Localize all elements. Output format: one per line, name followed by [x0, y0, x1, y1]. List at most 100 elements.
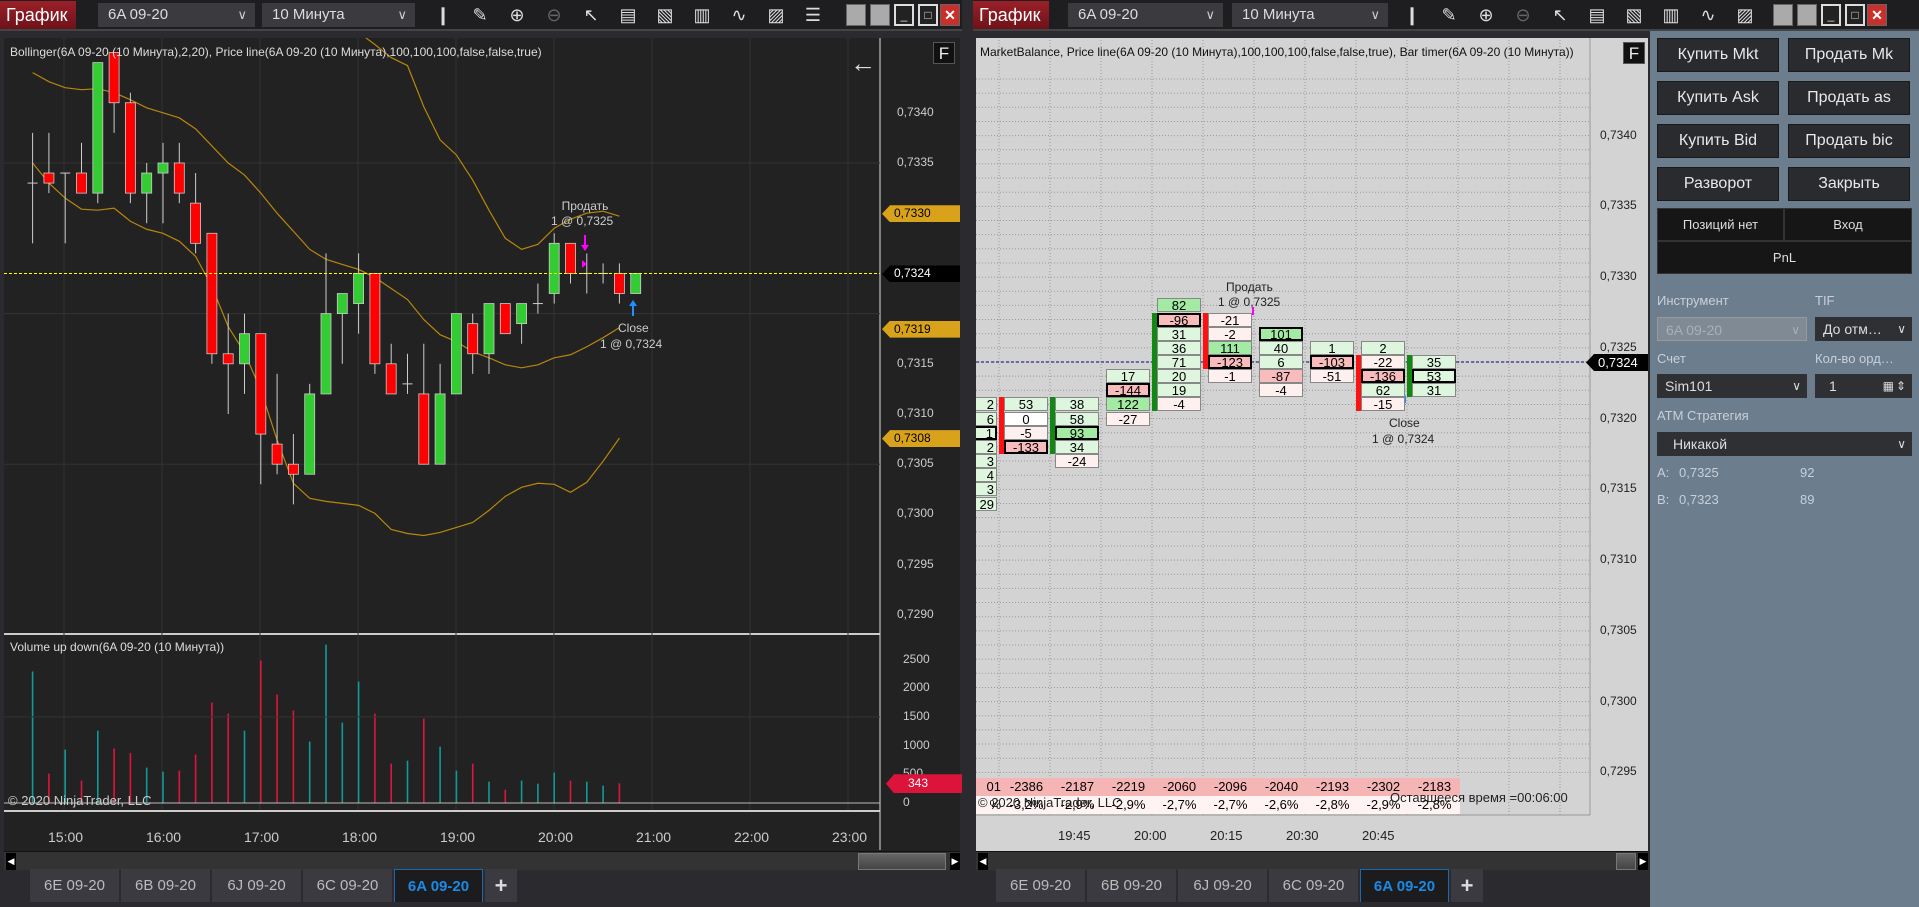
percent-cell: -2,7% [1154, 796, 1205, 814]
tab-6e[interactable]: 6E 09-20 [996, 869, 1085, 902]
продать-mk-button[interactable]: Продать Mk [1788, 38, 1910, 72]
footprint-cell: -133 [1004, 439, 1048, 454]
calculator-icon[interactable]: ▦ [1883, 374, 1894, 398]
footprint-cell: 82 [1157, 298, 1201, 313]
percent-cell: -2,8% [1307, 796, 1358, 814]
account-label: Счет [1657, 351, 1686, 366]
time-axis-label: 20:15 [1210, 828, 1243, 843]
sell-marker-detail: 1 @ 0,7325 [1218, 295, 1281, 309]
tile-right-button[interactable] [1797, 4, 1817, 26]
price-axis-label: 0,7325 [1600, 339, 1637, 354]
delta-cell: -2060 [1154, 778, 1205, 796]
price-axis-label: 0,7320 [1600, 410, 1637, 425]
footprint-cell: 101 [1259, 326, 1303, 341]
footprint-cell: 1 [976, 425, 997, 440]
time-axis-label: 20:00 [1134, 828, 1167, 843]
price-axis-label: 0,7330 [1600, 269, 1637, 284]
купить-bid-button[interactable]: Купить Bid [1657, 124, 1779, 158]
footprint-cell: -5 [1004, 425, 1048, 440]
price-tag: 0,7324 [1586, 354, 1648, 371]
footprint-cell: -21 [1208, 312, 1252, 327]
bid-size: 89 [1800, 492, 1815, 507]
footprint-cell: 93 [1055, 425, 1099, 440]
footprint-cell: 1 [1310, 340, 1354, 355]
bar-timer-label: Оставшееся время =00:06:00 [1390, 790, 1568, 805]
quantity-stepper[interactable]: 1 ▦ ⇕ [1815, 374, 1912, 398]
footprint-cell: -4 [1259, 383, 1303, 398]
scroll-right-icon[interactable]: ▶ [1638, 853, 1648, 870]
footprint-cell: -24 [1055, 454, 1099, 469]
footprint-cell: 35 [1412, 355, 1456, 369]
close-marker-detail: 1 @ 0,7324 [1372, 432, 1435, 446]
tile-left-button[interactable] [1773, 4, 1793, 26]
position-status: Позиций нет [1657, 208, 1784, 241]
footprint-cell: 3 [976, 454, 997, 469]
footprint-cell: 111 [1208, 340, 1252, 355]
продать-bic-button[interactable]: Продать bic [1788, 124, 1910, 158]
minimize-button[interactable]: _ [1821, 4, 1841, 26]
instrument-select[interactable]: 6A 09-20 ∨ [1657, 317, 1807, 341]
tab-6c[interactable]: 6C 09-20 [1269, 869, 1358, 902]
footprint-cell: 2 [976, 397, 997, 412]
ask-size: 92 [1800, 465, 1815, 480]
footprint-cell: 0 [1004, 411, 1048, 426]
delta-cell: -2040 [1256, 778, 1307, 796]
strategy-icon[interactable]: ∿ [1695, 3, 1721, 27]
tif-label: TIF [1815, 293, 1835, 308]
chevron-down-icon: ∨ [1897, 322, 1906, 336]
maximize-button[interactable]: □ [1845, 4, 1865, 26]
scroll-thumb[interactable] [1616, 853, 1636, 870]
footprint-cell: 3 [976, 482, 997, 497]
footprint-cell: 71 [1157, 355, 1201, 369]
bars-icon[interactable]: ▥ [1658, 3, 1684, 27]
price-axis-label: 0,7315 [1600, 481, 1637, 496]
footprint-cell: 36 [1157, 340, 1201, 355]
add-tab-button[interactable]: + [1451, 869, 1483, 902]
spinner-icon[interactable]: ⇕ [1896, 374, 1906, 398]
footprint-cell: -123 [1208, 355, 1252, 369]
indicator-label: MarketBalance, Price line(6A 09-20 (10 М… [980, 45, 1574, 59]
footprint-cell: 2 [976, 439, 997, 454]
account-select[interactable]: Sim101 ∨ [1657, 374, 1807, 398]
купить-ask-button[interactable]: Купить Ask [1657, 81, 1779, 115]
percent-cell: -2,6% [1256, 796, 1307, 814]
footprint-cell: -4 [1157, 397, 1201, 412]
price-axis-label: 0,7335 [1600, 198, 1637, 213]
footprint-cell: -15 [1361, 397, 1405, 412]
закрыть-button[interactable]: Закрыть [1788, 167, 1910, 201]
tab-6j[interactable]: 6J 09-20 [1178, 869, 1267, 902]
tif-value: До отм… [1823, 321, 1882, 337]
footprint-cell: -87 [1259, 369, 1303, 384]
instrument-value: 6A 09-20 [1666, 322, 1723, 338]
footprint-cell: -51 [1310, 369, 1354, 384]
chevron-down-icon: ∨ [1792, 379, 1801, 393]
percent-cell: -2,7% [1205, 796, 1256, 814]
footprint-cell: 6 [1259, 355, 1303, 369]
продать-as-button[interactable]: Продать as [1788, 81, 1910, 115]
tif-select[interactable]: До отм… ∨ [1815, 317, 1912, 341]
copyright-label: © 2020 NinjaTrader, LLC [978, 795, 1122, 810]
tab-6b[interactable]: 6B 09-20 [1087, 869, 1176, 902]
scroll-left-icon[interactable]: ◀ [978, 853, 988, 870]
footprint-cell: 53 [1004, 397, 1048, 412]
price-axis-label: 0,7300 [1600, 693, 1637, 708]
close-button[interactable]: ✕ [1867, 4, 1887, 26]
footprint-cell: -1 [1208, 369, 1252, 384]
footprint-cell: -136 [1361, 369, 1405, 384]
разворот-button[interactable]: Разворот [1657, 167, 1779, 201]
price-axis-label: 0,7310 [1600, 552, 1637, 567]
atm-strategy-select[interactable]: Никакой ∨ [1657, 432, 1912, 456]
купить-mkt-button[interactable]: Купить Mkt [1657, 38, 1779, 72]
tab-6a[interactable]: 6A 09-20 [1360, 869, 1449, 902]
quantity-value: 1 [1829, 378, 1837, 394]
sell-marker-label: Продать [1226, 280, 1273, 294]
quantity-label: Кол-во орд… [1815, 351, 1894, 366]
horizontal-scrollbar[interactable]: ◀ ▶ [976, 851, 1648, 870]
footprint-cell: 2 [1361, 340, 1405, 355]
bid-price: 0,7323 [1679, 492, 1719, 507]
chevron-down-icon: ∨ [1791, 323, 1800, 337]
clipboard-icon[interactable]: ▨ [1732, 3, 1758, 27]
f-button[interactable]: F [1623, 42, 1645, 64]
time-axis-label: 20:45 [1362, 828, 1395, 843]
delta-cell: -2386 [1001, 778, 1052, 796]
